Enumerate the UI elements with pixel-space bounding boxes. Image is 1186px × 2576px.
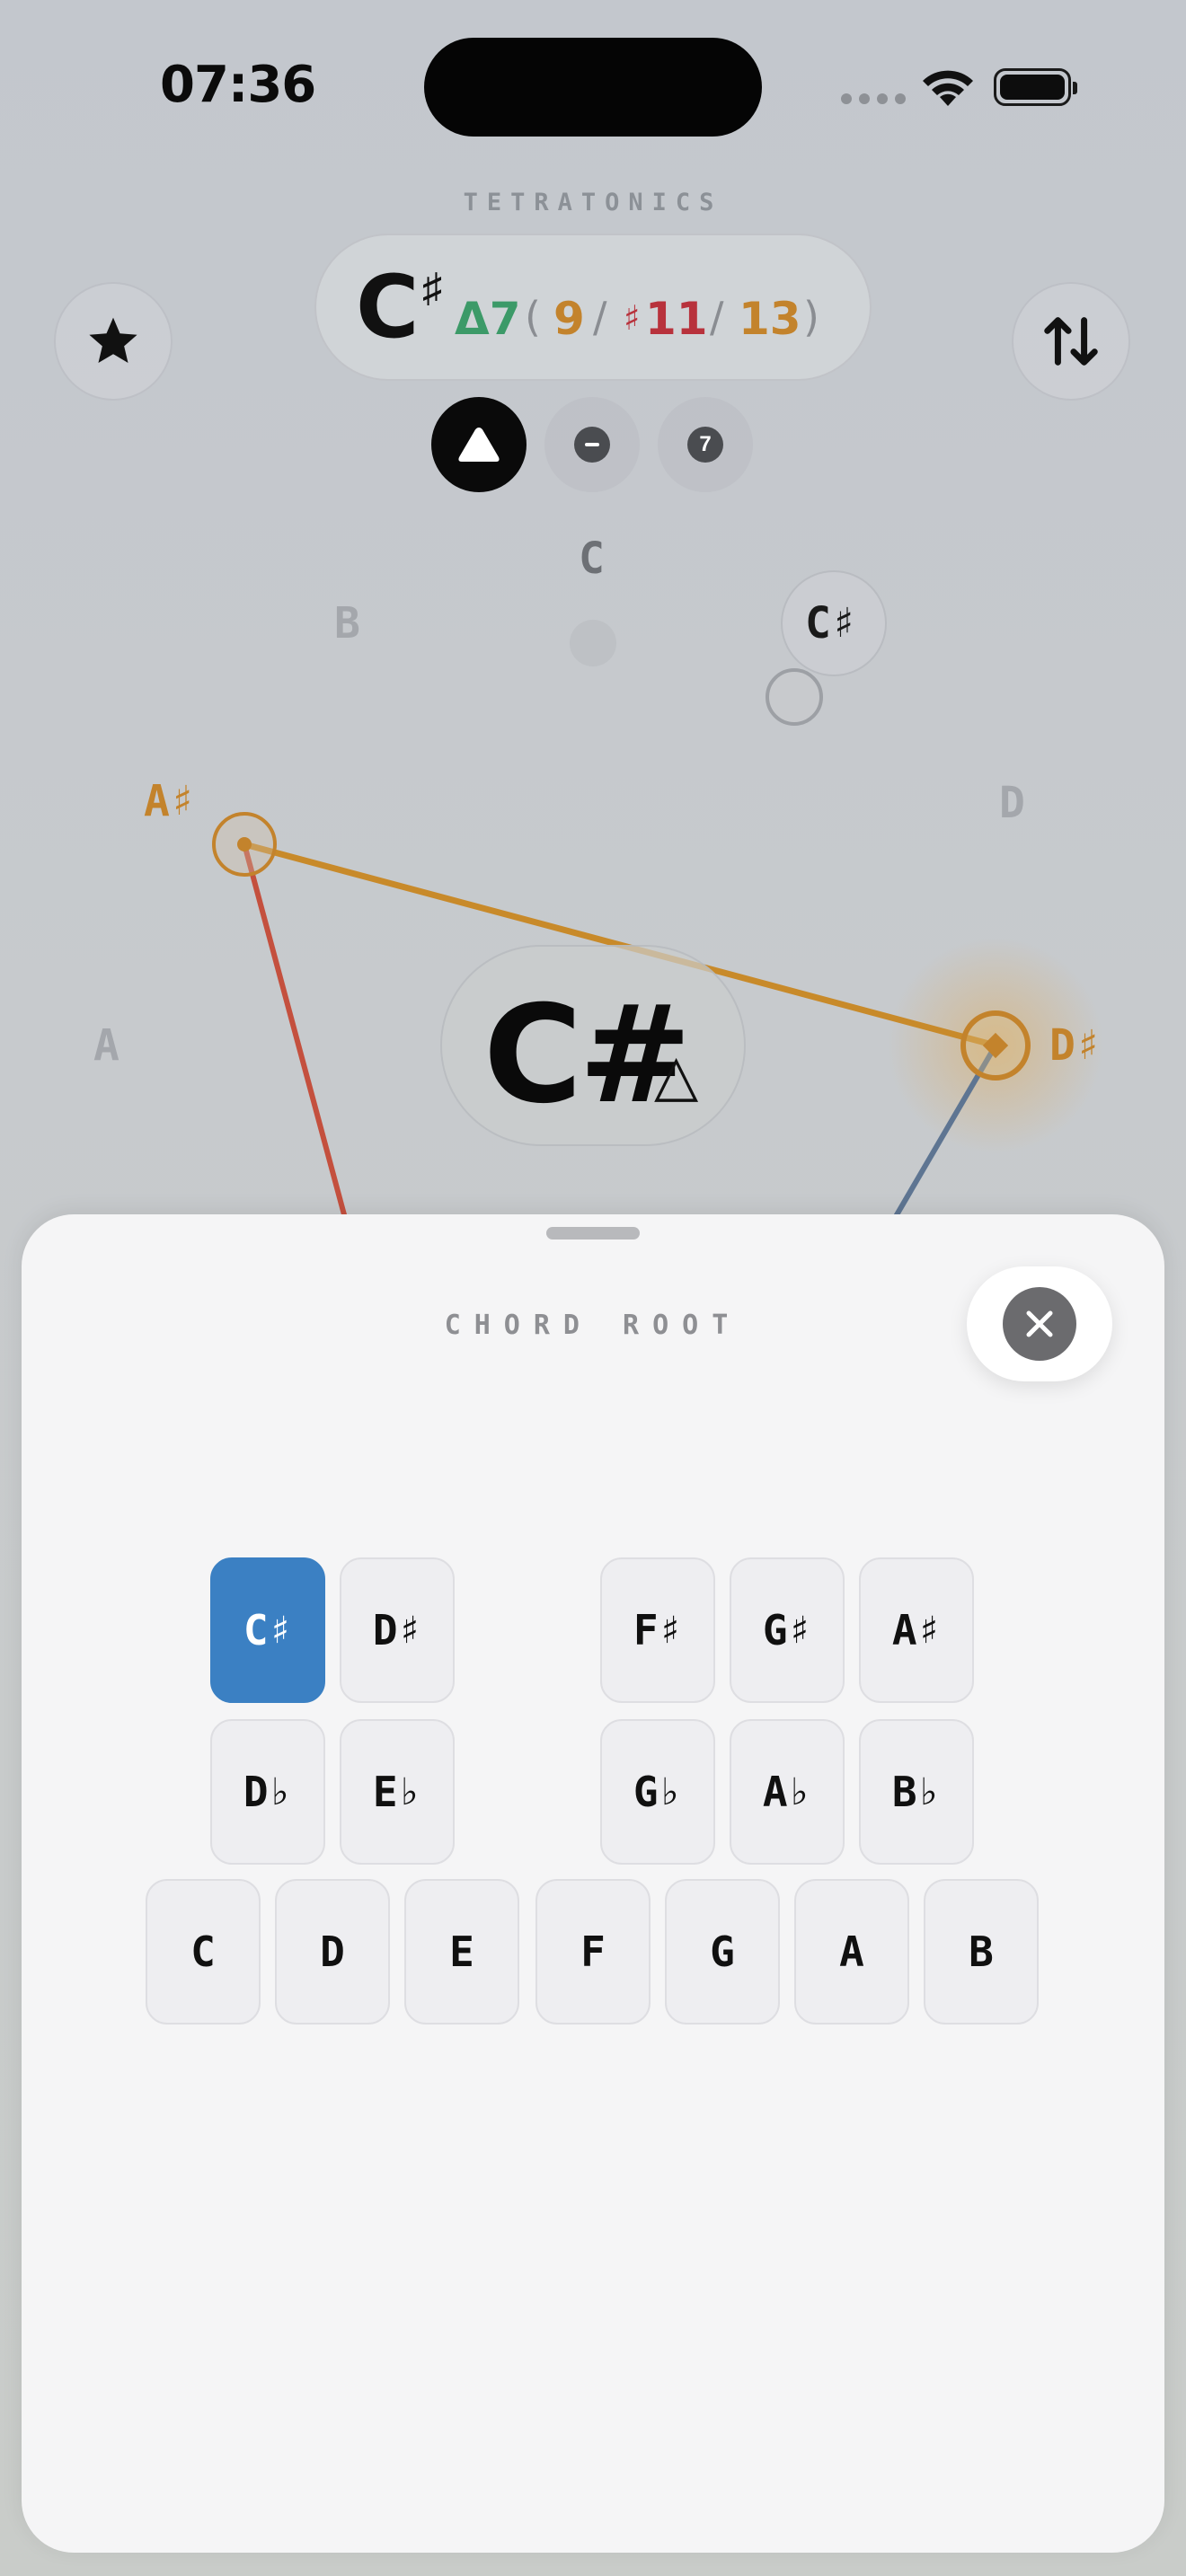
close-icon xyxy=(1003,1287,1076,1361)
root-key-d[interactable]: D xyxy=(275,1879,390,2025)
node-asharp-dot xyxy=(237,837,252,851)
root-key-e[interactable]: E xyxy=(404,1879,519,2025)
note-label-asharp: A♯ xyxy=(144,776,196,826)
root-key-c[interactable]: C xyxy=(146,1879,261,2025)
note-label-dsharp: D♯ xyxy=(1049,1020,1102,1071)
root-key-asharp[interactable]: A ♯ xyxy=(859,1557,974,1703)
close-button[interactable] xyxy=(967,1266,1112,1381)
root-key-gsharp[interactable]: G ♯ xyxy=(730,1557,845,1703)
root-key-dflat[interactable]: D ♭ xyxy=(210,1719,325,1865)
root-key-gflat[interactable]: G ♭ xyxy=(600,1719,715,1865)
root-key-dsharp[interactable]: D ♯ xyxy=(340,1557,455,1703)
note-label-d: D xyxy=(999,778,1025,828)
root-key-csharp[interactable]: C ♯ xyxy=(210,1557,325,1703)
note-label-a: A xyxy=(93,1020,119,1071)
root-key-eflat[interactable]: E ♭ xyxy=(340,1719,455,1865)
note-label-csharp: C♯ xyxy=(805,598,857,648)
root-key-g[interactable]: G xyxy=(665,1879,780,2025)
root-key-a[interactable]: A xyxy=(794,1879,909,2025)
root-key-b[interactable]: B xyxy=(924,1879,1039,2025)
sheet-grabber[interactable] xyxy=(546,1227,640,1239)
center-chord-symbol: △ xyxy=(654,1043,699,1107)
root-key-fsharp[interactable]: F ♯ xyxy=(600,1557,715,1703)
edge-asharp-g xyxy=(242,842,348,1221)
root-key-f[interactable]: F xyxy=(535,1879,651,2025)
note-label-b: B xyxy=(334,598,360,648)
root-key-aflat[interactable]: A ♭ xyxy=(730,1719,845,1865)
note-label-c: C xyxy=(579,534,605,584)
node-c[interactable] xyxy=(570,620,616,666)
node-csharp[interactable] xyxy=(766,668,823,726)
root-key-bflat[interactable]: B ♭ xyxy=(859,1719,974,1865)
